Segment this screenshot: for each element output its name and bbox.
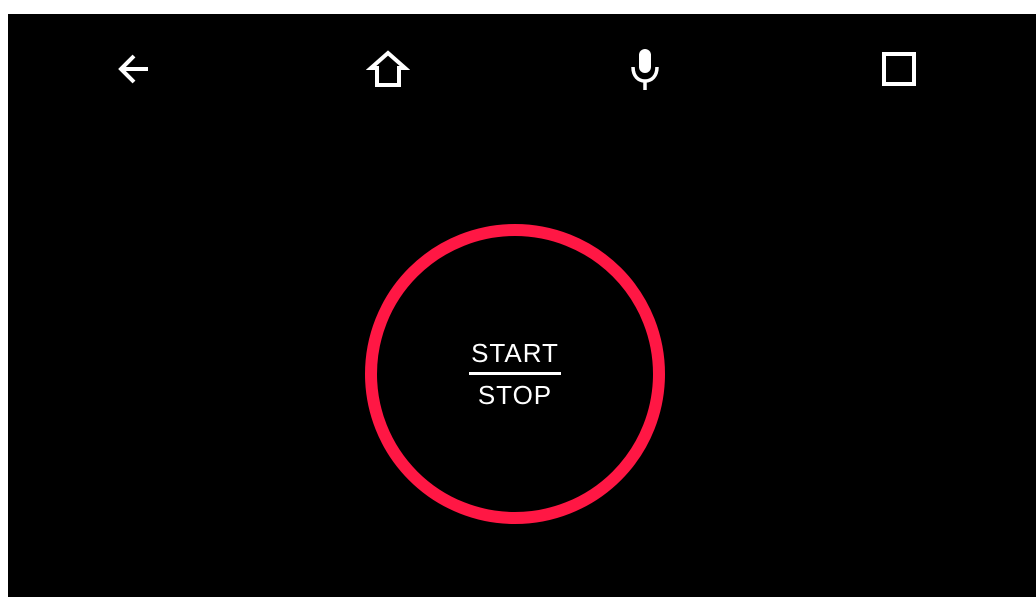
label-divider [469,372,561,375]
stop-label: STOP [477,380,553,410]
screen: START STOP [8,14,1036,597]
start-stop-button[interactable]: START STOP [365,224,665,524]
home-icon [366,50,410,87]
start-label: START [471,338,559,368]
navigation-bar [8,14,1036,124]
home-button[interactable] [358,44,418,94]
back-arrow-icon [118,54,148,84]
microphone-icon [631,49,659,90]
recents-button[interactable] [869,44,929,94]
voice-button[interactable] [615,44,675,94]
back-button[interactable] [104,44,164,94]
start-stop-label: START STOP [469,338,561,410]
square-icon [882,52,916,86]
